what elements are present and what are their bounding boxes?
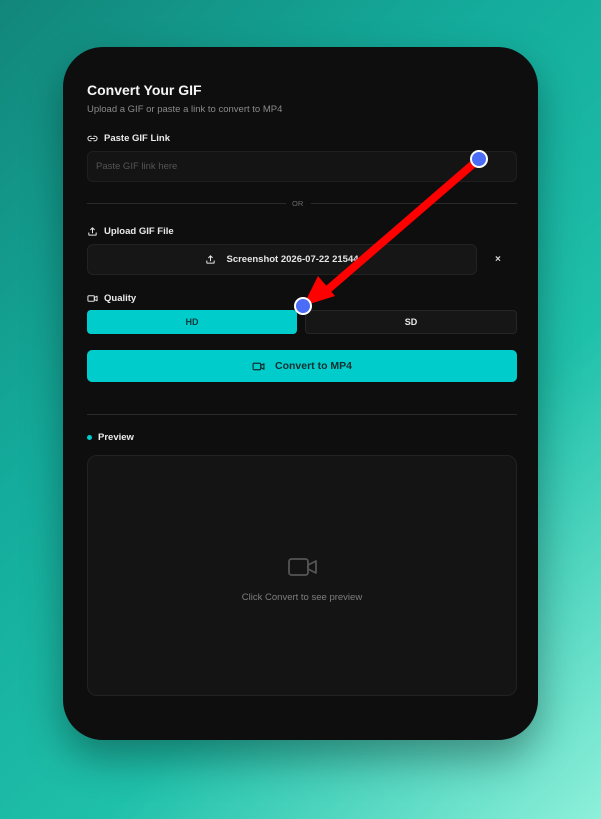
arrow-shaft [321,155,483,296]
arrow-end-handle[interactable] [294,297,312,315]
annotation-arrow [294,150,488,315]
arrow-start-handle[interactable] [470,150,488,168]
